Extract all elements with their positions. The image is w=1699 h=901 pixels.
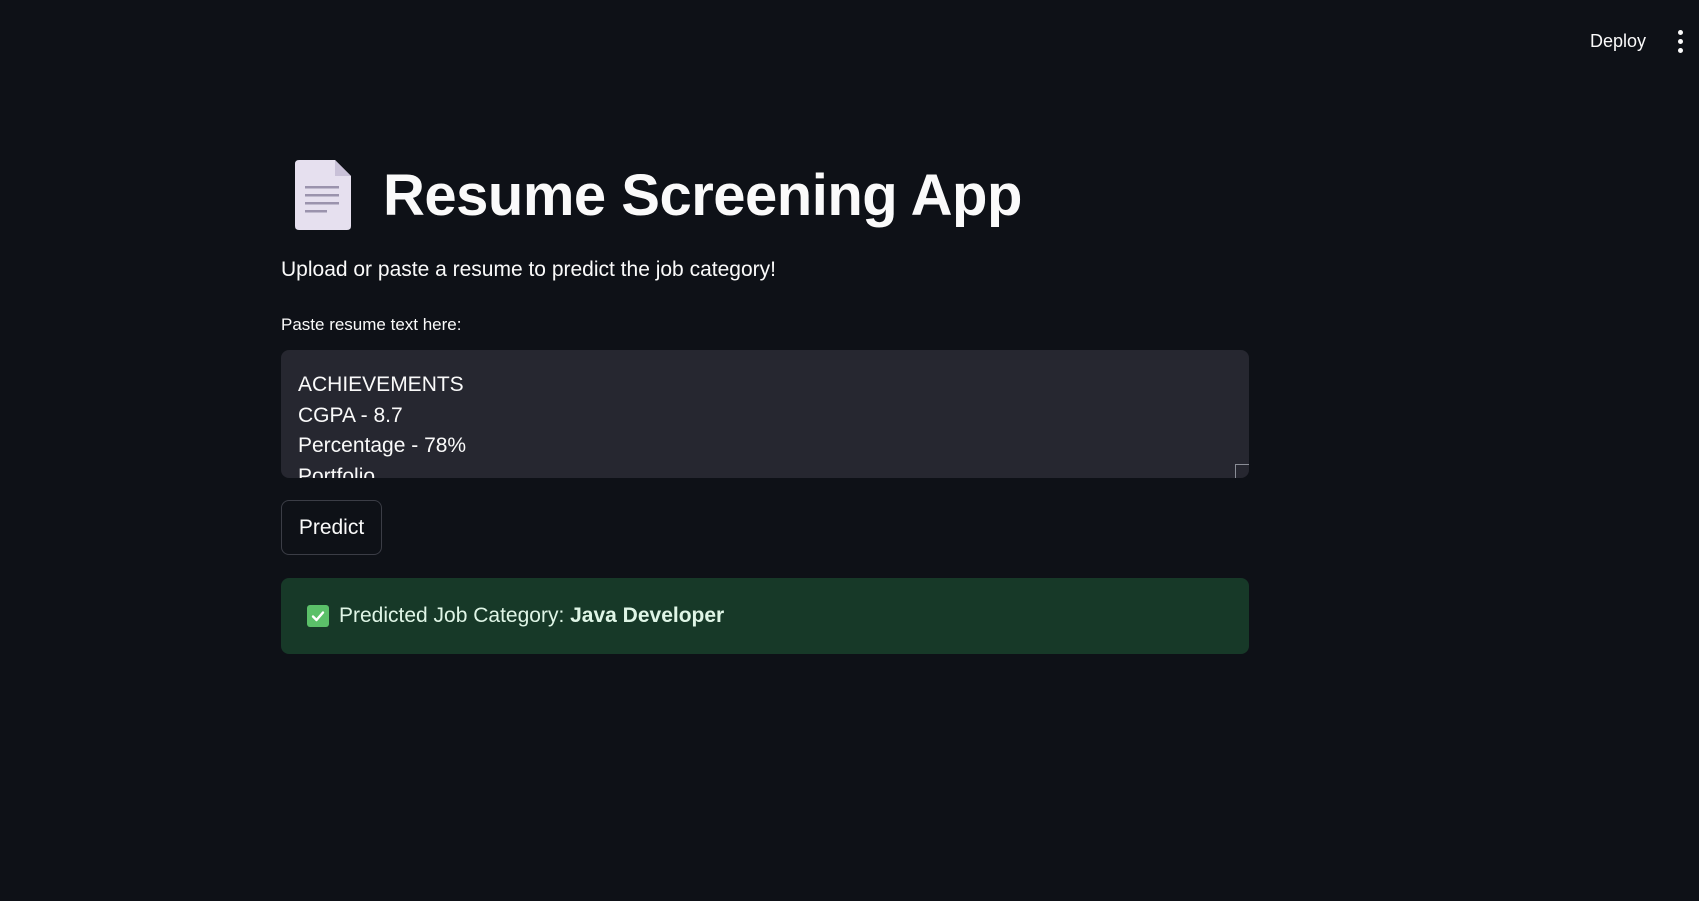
result-prefix: Predicted Job Category: — [339, 604, 571, 627]
predict-button[interactable]: Predict — [281, 500, 382, 555]
page-header: Resume Screening App — [293, 150, 1022, 240]
text-line: Portfolio — [298, 464, 376, 479]
predicted-category: Java Developer — [570, 604, 725, 627]
text-line: ACHIEVEMENTS — [298, 373, 464, 396]
prediction-result-text: Predicted Job Category: Java Developer — [339, 604, 724, 628]
page-title: Resume Screening App — [383, 162, 1022, 228]
resize-handle[interactable] — [1235, 464, 1249, 478]
page-description: Upload or paste a resume to predict the … — [281, 258, 776, 281]
top-toolbar: Deploy — [0, 0, 1699, 80]
text-line: CGPA - 8.7 — [298, 403, 403, 427]
vertical-ellipsis-icon — [1677, 29, 1683, 35]
page-facing-up-icon — [295, 160, 351, 230]
main-menu-button[interactable] — [1668, 24, 1692, 58]
resume-text-label: Paste resume text here: — [281, 315, 462, 334]
prediction-result-alert: Predicted Job Category: Java Developer — [281, 578, 1249, 654]
deploy-button[interactable]: Deploy — [1578, 26, 1658, 56]
text-line: Percentage - 78% — [298, 434, 467, 457]
check-mark-button-icon — [307, 605, 329, 627]
resume-text-area[interactable]: ACHIEVEMENTS CGPA - 8.7 Percentage - 78%… — [281, 350, 1249, 478]
text-line — [298, 350, 1229, 370]
resume-text-content[interactable]: ACHIEVEMENTS CGPA - 8.7 Percentage - 78%… — [298, 350, 1229, 478]
app-root: Deploy Resume Screening App Upload or pa… — [0, 0, 1699, 901]
